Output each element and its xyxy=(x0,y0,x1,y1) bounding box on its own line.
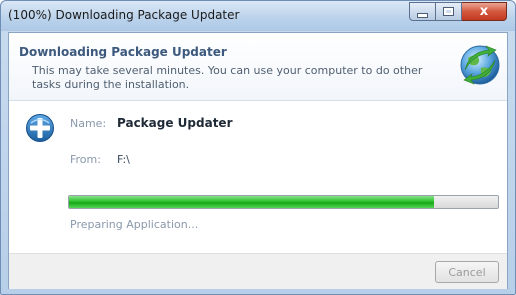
installer-window: (100%) Downloading Package Updater x Dow… xyxy=(0,0,516,295)
name-value: Package Updater xyxy=(117,116,233,130)
details-area: Name: Package Updater From: F:\ Preparin… xyxy=(9,101,507,253)
window-controls: x xyxy=(409,2,507,22)
maximize-icon xyxy=(443,7,454,16)
globe-install-icon xyxy=(460,45,500,85)
from-label: From: xyxy=(70,153,101,166)
progress-fill xyxy=(69,196,434,208)
dialog-footer: Cancel xyxy=(9,253,507,289)
plus-circle-icon xyxy=(26,114,54,142)
dialog-header: Downloading Package Updater This may tak… xyxy=(9,33,507,101)
window-title: (100%) Downloading Package Updater xyxy=(8,8,240,22)
download-progress-bar xyxy=(68,195,499,209)
progress-status: Preparing Application... xyxy=(70,218,199,231)
minimize-button[interactable] xyxy=(409,2,436,21)
minimize-icon xyxy=(417,12,428,18)
cancel-button[interactable]: Cancel xyxy=(435,261,499,283)
title-bar[interactable]: (100%) Downloading Package Updater x xyxy=(1,1,515,31)
from-value: F:\ xyxy=(117,153,130,166)
close-button[interactable]: x xyxy=(462,2,507,21)
header-title: Downloading Package Updater xyxy=(19,45,227,59)
close-icon: x xyxy=(479,4,489,19)
header-description: This may take several minutes. You can u… xyxy=(32,64,423,91)
dialog-content: Downloading Package Updater This may tak… xyxy=(8,32,508,289)
name-label: Name: xyxy=(70,117,107,130)
maximize-button[interactable] xyxy=(436,2,462,21)
